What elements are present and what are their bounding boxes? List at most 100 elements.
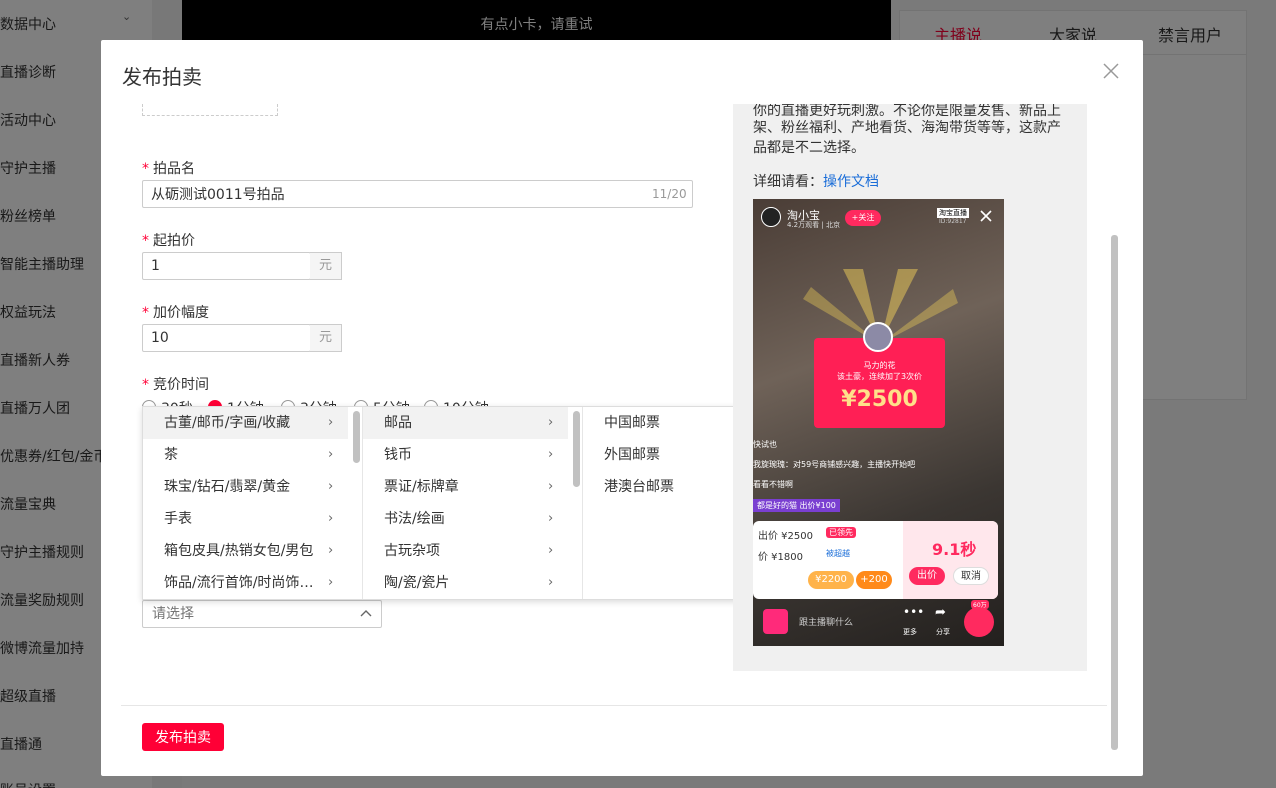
bid-button: 出价 bbox=[909, 567, 945, 585]
chevron-right-icon: › bbox=[548, 447, 554, 462]
chevron-up-icon[interactable] bbox=[359, 608, 373, 618]
auction-card-price: ¥2500 bbox=[841, 387, 918, 412]
share-label: 分享 bbox=[936, 628, 950, 636]
cascader-option[interactable]: 书法/绘画 › bbox=[363, 503, 568, 535]
bidder-avatar bbox=[863, 322, 893, 352]
publish-auction-button[interactable]: 发布拍卖 bbox=[142, 723, 224, 751]
bid-timer: 9.1秒 bbox=[932, 540, 977, 559]
heart-icon bbox=[964, 607, 994, 637]
cascader-option[interactable]: 钱币 › bbox=[363, 439, 568, 471]
cascader-option[interactable]: 票证/标牌章 › bbox=[363, 471, 568, 503]
lead-tag: 已领先 bbox=[826, 527, 856, 538]
auction-card-name: 马力的花 bbox=[863, 361, 896, 370]
room-id: ID:92817 bbox=[939, 218, 967, 225]
start-price-input[interactable] bbox=[142, 252, 311, 280]
item-name-input[interactable] bbox=[142, 180, 693, 208]
bid-panel-timer-area: 9.1秒 出价 取消 bbox=[903, 521, 998, 599]
increment-label: * 加价幅度 bbox=[142, 302, 209, 322]
cascader-option[interactable]: 手表 › bbox=[143, 503, 348, 535]
item-name-label-text: 拍品名 bbox=[153, 161, 195, 177]
category-cascader: 古董/邮币/字画/收藏 › 茶 › 珠宝/钻石/翡翠/黄金 › 手表 › 箱包皮具/热销… bbox=[142, 406, 803, 600]
item-name-counter: 11/20 bbox=[652, 187, 687, 201]
chevron-right-icon: › bbox=[328, 575, 334, 590]
close-icon[interactable] bbox=[1101, 61, 1121, 81]
cascader-option-label: 饰品/流行首饰/时尚饰品新 bbox=[164, 575, 324, 591]
start-price-label-text: 起拍价 bbox=[153, 233, 195, 249]
bid-line: 价 ¥1800 bbox=[758, 552, 803, 563]
cascader-option-label: 票证/标牌章 bbox=[384, 479, 459, 495]
share-icon: ➦ bbox=[935, 605, 946, 620]
modal-footer-divider bbox=[121, 705, 1107, 706]
doc-link[interactable]: 操作文档 bbox=[823, 174, 879, 190]
auction-info-panel: 你的直播更好玩刺激。不论你是限量发售、新品上 架、粉丝福利、产地看货、海淘带货等… bbox=[733, 104, 1087, 671]
chat-hint: 跟主播聊什么 bbox=[799, 618, 854, 628]
chevron-right-icon: › bbox=[328, 479, 334, 494]
cascader-option[interactable]: 珠宝/钻石/翡翠/黄金 › bbox=[143, 471, 348, 503]
cascader-option-label: 钱币 bbox=[384, 447, 412, 463]
follow-badge: +关注 bbox=[845, 210, 881, 226]
cascader-option[interactable]: 茶 › bbox=[143, 439, 348, 471]
bid-time-label: * 竞价时间 bbox=[142, 374, 209, 394]
info-text-line: 架、粉丝福利、产地看货、海淘带货等等，这款产 bbox=[753, 120, 1061, 136]
chevron-right-icon: › bbox=[328, 447, 334, 462]
info-detail: 详细请看：操作文档 bbox=[753, 172, 879, 192]
start-price-label: * 起拍价 bbox=[142, 230, 195, 250]
chevron-right-icon: › bbox=[548, 575, 554, 590]
cascader-option-label: 陶/瓷/瓷片 bbox=[384, 575, 450, 591]
image-upload-area[interactable] bbox=[142, 104, 278, 116]
comment: 都是好的猫 出价¥100 bbox=[753, 499, 840, 512]
live-preview-image: 淘小宝 4.2万观看 | 北京 +关注 淘宝直播 ID:92817 马力的花 该… bbox=[753, 199, 1004, 646]
cascader-level2: 邮品 › 钱币 › 票证/标牌章 › 书法/绘画 › 古玩杂项 › 陶/瓷/瓷片 › bbox=[363, 407, 583, 599]
cascader-option[interactable]: 邮品 › bbox=[363, 407, 568, 439]
cascader-scrollbar[interactable] bbox=[573, 411, 580, 487]
chevron-right-icon: › bbox=[328, 543, 334, 558]
comment: 快试也 bbox=[753, 440, 777, 449]
auction-card-desc: 该土豪，连续加了3次价 bbox=[836, 372, 923, 381]
info-text-line: 品都是不二选择。 bbox=[753, 140, 865, 156]
bid-panel: 9.1秒 出价 取消 出价 ¥2500 已领先 价 ¥1800 被超越 ¥220… bbox=[753, 521, 998, 599]
chevron-right-icon: › bbox=[328, 415, 334, 430]
likes-count: 60万 bbox=[971, 600, 989, 609]
modal-scrollbar[interactable] bbox=[1111, 235, 1118, 750]
cascader-option[interactable]: 古玩杂项 › bbox=[363, 535, 568, 567]
cascader-scrollbar[interactable] bbox=[353, 411, 360, 463]
chevron-right-icon: › bbox=[548, 511, 554, 526]
item-name-label: * 拍品名 bbox=[142, 158, 195, 178]
cascader-option-label: 书法/绘画 bbox=[384, 511, 445, 527]
cascader-option-label: 箱包皮具/热销女包/男包 bbox=[164, 543, 314, 559]
cascader-option[interactable]: 箱包皮具/热销女包/男包 › bbox=[143, 535, 348, 567]
cascader-level1: 古董/邮币/字画/收藏 › 茶 › 珠宝/钻石/翡翠/黄金 › 手表 › 箱包皮具/热销… bbox=[143, 407, 363, 599]
modal-title: 发布拍卖 bbox=[122, 65, 202, 89]
price-option: ¥2200 bbox=[808, 571, 854, 589]
cascader-option[interactable]: 陶/瓷/瓷片 › bbox=[363, 567, 568, 599]
price-increment-option: +200 bbox=[856, 571, 892, 589]
comment: 看看不错啊 bbox=[753, 480, 793, 489]
required-mark: * bbox=[142, 305, 149, 321]
live-badge: 淘宝直播 bbox=[937, 208, 969, 218]
increment-unit: 元 bbox=[310, 324, 342, 352]
more-label: 更多 bbox=[903, 628, 917, 636]
category-select[interactable] bbox=[142, 600, 382, 628]
required-mark: * bbox=[142, 233, 149, 249]
publish-auction-modal: 发布拍卖 *拍品名 11/20 *起拍价 元 *加价幅度 元 *竞价时间 30秒… bbox=[101, 40, 1143, 776]
cascader-option-label: 茶 bbox=[164, 447, 178, 463]
chevron-right-icon: › bbox=[548, 479, 554, 494]
cascader-option-label: 邮品 bbox=[384, 415, 412, 431]
bid-time-label-text: 竞价时间 bbox=[153, 377, 209, 393]
required-mark: * bbox=[142, 377, 149, 393]
cascader-option-label: 珠宝/钻石/翡翠/黄金 bbox=[164, 479, 291, 495]
increment-label-text: 加价幅度 bbox=[153, 305, 209, 321]
cascader-option[interactable]: 古董/邮币/字画/收藏 › bbox=[143, 407, 348, 439]
beaten-tag: 被超越 bbox=[826, 549, 850, 558]
increment-input[interactable] bbox=[142, 324, 311, 352]
required-mark: * bbox=[142, 161, 149, 177]
cascader-option-label: 手表 bbox=[164, 511, 192, 527]
cascader-option-label: 古玩杂项 bbox=[384, 543, 440, 559]
cancel-bid-button: 取消 bbox=[953, 567, 989, 585]
host-meta: 4.2万观看 | 北京 bbox=[787, 221, 840, 229]
cascader-option-label: 古董/邮币/字画/收藏 bbox=[164, 415, 291, 431]
start-price-unit: 元 bbox=[310, 252, 342, 280]
cascader-option[interactable]: 饰品/流行首饰/时尚饰品新 › bbox=[143, 567, 348, 599]
close-icon bbox=[980, 210, 992, 222]
chevron-right-icon: › bbox=[328, 511, 334, 526]
